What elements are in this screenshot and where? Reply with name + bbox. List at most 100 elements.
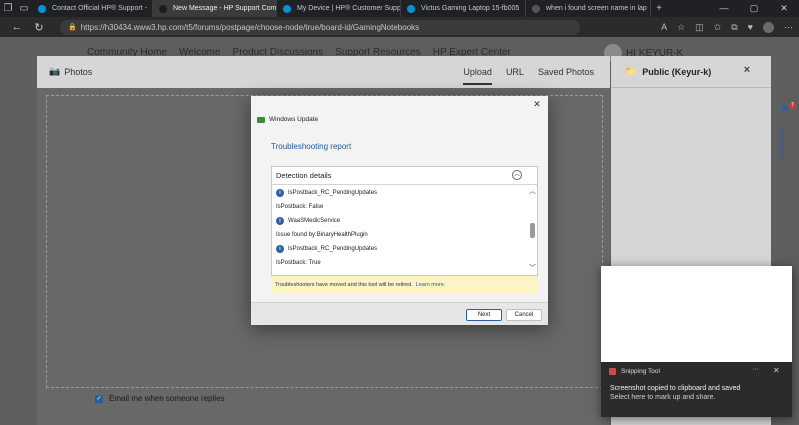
collapse-icon[interactable]: ︿ — [512, 170, 522, 180]
read-aloud-icon[interactable]: A — [661, 22, 667, 32]
tab-actions-icon[interactable]: ▭ — [16, 0, 32, 17]
browser-tab[interactable]: Contact Official HP® Support - ✕ — [32, 0, 153, 17]
detail-entry: IsPostback: True — [272, 256, 526, 270]
tab-close-icon[interactable]: ✕ — [519, 4, 525, 13]
browser-tab-strip: ❐ ▭ Contact Official HP® Support - ✕New … — [0, 0, 799, 17]
app-name: Windows Update — [269, 116, 319, 123]
maximize-icon[interactable]: ▢ — [739, 0, 769, 17]
toolbar-actions: A ☆ ◫ ✩ ⧉ ♥ ⋯ — [661, 21, 793, 33]
tab-label: Contact Official HP® Support - — [52, 5, 147, 12]
scroll-up-icon[interactable]: ︿ — [527, 186, 538, 196]
url-text: https://h30434.www3.hp.com/t5/forums/pos… — [80, 22, 420, 32]
snipping-tool-toast[interactable]: Snipping Tool ··· ✕ Screenshot copied to… — [601, 266, 792, 417]
toast-close-icon[interactable]: ✕ — [773, 366, 780, 375]
detail-entry: Issue found by:BinaryHealthPlugin — [272, 228, 526, 242]
next-button[interactable]: Next — [466, 309, 502, 321]
dialog-close-icon[interactable]: ✕ — [532, 99, 542, 110]
tab-favicon-icon — [159, 4, 167, 13]
new-tab-button[interactable]: + — [651, 0, 667, 17]
lock-icon: 🔒 — [68, 24, 77, 31]
info-icon: i — [276, 189, 284, 197]
dialog-app-title: Windows Update — [257, 116, 318, 123]
feedback-tab[interactable]: Feedback — [779, 129, 786, 160]
window-controls: — ▢ ✕ — [709, 0, 799, 17]
toast-subtext: Select here to mark up and share. — [610, 394, 716, 401]
tab-label: My Device | HP® Customer Supp — [297, 5, 401, 12]
favorites-icon[interactable]: ✩ — [714, 22, 722, 33]
close-window-icon[interactable]: ✕ — [769, 0, 799, 17]
more-icon[interactable]: ⋯ — [784, 22, 793, 33]
email-notify-row[interactable]: ✓ Email me when someone replies — [95, 394, 225, 403]
detail-entry: i WaaSMedicService — [272, 214, 526, 228]
tab-label: when i found screen name in lap — [546, 5, 647, 12]
learn-more-link[interactable]: Learn more. — [416, 282, 446, 288]
detail-entry: i IsPostback_RC_PendingUpdates — [272, 242, 526, 256]
notice-text: Troubleshooters have moved and this tool… — [275, 282, 413, 288]
browser-tab[interactable]: My Device | HP® Customer Supp✕ — [277, 0, 401, 17]
toast-body: Snipping Tool ··· ✕ Screenshot copied to… — [601, 362, 792, 417]
tab-upload[interactable]: Upload — [463, 59, 492, 85]
browser-toolbar: ← ↻ 🔒 https://h30434.www3.hp.com/t5/foru… — [0, 17, 799, 37]
dialog-heading: Troubleshooting report — [271, 142, 352, 151]
tab-favicon-icon — [283, 4, 291, 13]
detail-entry-text: IsPostback_RC_PendingUpdates — [288, 190, 378, 196]
tab-label: New Message - HP Support Com — [173, 5, 277, 12]
snipping-tool-icon — [609, 368, 616, 375]
photos-header: 📷 Photos Upload URL Saved Photos — [37, 56, 610, 88]
details-list: i IsPostback_RC_PendingUpdates IsPostback:… — [272, 186, 526, 276]
tab-url[interactable]: URL — [506, 67, 524, 77]
detail-entry-text: IsPostback_RC_PendingUpdates — [288, 246, 378, 252]
photos-title: 📷 Photos — [49, 66, 92, 77]
tab-favicon-icon — [407, 4, 415, 13]
detail-entry-text: IsPostback: True — [276, 260, 321, 266]
detail-entry-text: IsPostback: False — [276, 204, 324, 210]
detail-entry: IsPostback: False — [272, 200, 526, 214]
photos-tabs: Upload URL Saved Photos — [463, 56, 610, 88]
split-screen-icon[interactable]: ◫ — [695, 22, 704, 33]
folder-icon: 📁 — [625, 66, 637, 76]
toast-more-icon[interactable]: ··· — [752, 366, 759, 373]
browser-tab[interactable]: Victus Gaming Laptop 15-fb005✕ — [401, 0, 526, 17]
detail-entry-text: WaaSMedicService — [288, 218, 341, 224]
notification-badge: 7 — [789, 102, 796, 109]
detail-entry: i IsPostback_RC_PendingUpdates — [272, 186, 526, 200]
windows-update-icon — [257, 116, 265, 123]
toast-app-title: Snipping Tool — [609, 368, 660, 375]
screenshot-preview[interactable] — [601, 266, 792, 362]
address-bar[interactable]: 🔒 https://h30434.www3.hp.com/t5/forums/p… — [60, 19, 580, 35]
workspaces-icon[interactable]: ❐ — [0, 0, 16, 17]
details-scrollbar[interactable]: ︿ ﹀ — [527, 186, 538, 276]
info-icon: i — [276, 245, 284, 253]
detection-details-panel: Detection details ︿ i IsPostback_RC_Pendi… — [271, 166, 538, 276]
album-title: Public (Keyur-k) — [642, 66, 712, 77]
minimize-icon[interactable]: — — [709, 0, 739, 17]
retirement-notice: Troubleshooters have moved and this tool… — [271, 276, 538, 294]
camera-icon: 📷 — [49, 66, 61, 76]
tab-favicon-icon — [532, 4, 540, 13]
email-label: Email me when someone replies — [109, 394, 225, 403]
browser-tab[interactable]: New Message - HP Support Com✕ — [153, 0, 277, 17]
refresh-icon[interactable]: ↻ — [28, 21, 50, 34]
favorite-icon[interactable]: ☆ — [677, 22, 685, 33]
collections-icon[interactable]: ⧉ — [731, 22, 737, 33]
cancel-button[interactable]: Cancel — [506, 309, 542, 321]
back-icon[interactable]: ← — [6, 21, 28, 33]
detail-entry-text: Issue found by:BinaryHealthPlugin — [276, 232, 368, 238]
profile-avatar[interactable] — [763, 21, 774, 33]
details-header: Detection details — [272, 167, 537, 185]
toast-app-name: Snipping Tool — [621, 368, 660, 375]
browser-tab[interactable]: when i found screen name in lap✕ — [526, 0, 651, 17]
windows-update-dialog: ✕ Windows Update Troubleshooting report … — [251, 96, 548, 325]
photos-title-text: Photos — [64, 66, 93, 77]
tab-favicon-icon — [38, 4, 46, 13]
modal-close-button[interactable]: × — [740, 64, 754, 78]
tab-label: Victus Gaming Laptop 15-fb005 — [421, 5, 520, 12]
email-checkbox[interactable]: ✓ — [95, 394, 103, 403]
info-icon: i — [276, 217, 284, 225]
extensions-icon[interactable]: ♥ — [748, 22, 753, 32]
details-title: Detection details — [276, 171, 332, 180]
scroll-down-icon[interactable]: ﹀ — [527, 263, 538, 273]
dialog-footer: Next Cancel — [251, 302, 548, 325]
scroll-thumb[interactable] — [530, 223, 535, 238]
tab-saved-photos[interactable]: Saved Photos — [538, 67, 594, 77]
